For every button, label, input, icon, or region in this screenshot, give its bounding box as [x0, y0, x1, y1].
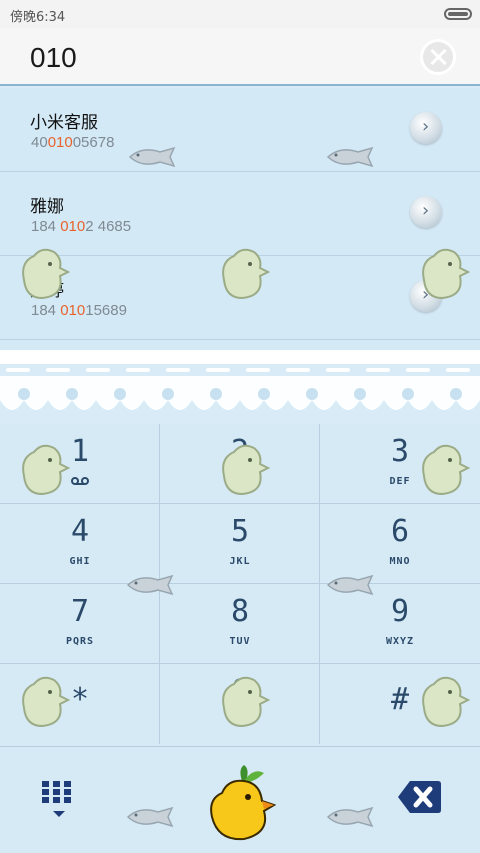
chick-decoration-icon — [422, 444, 470, 496]
key-6[interactable]: 6 MNO — [320, 504, 480, 584]
contact-name: 雅娜 — [30, 197, 64, 217]
key-letters: WXYZ — [385, 636, 415, 647]
contact-number: 4001005678 — [31, 134, 115, 151]
contact-number: 184 01015689 — [31, 302, 127, 319]
contact-number: 184 0102 4685 — [31, 218, 132, 235]
key-digit: 8 — [230, 594, 250, 629]
chevron-right-icon[interactable]: › — [410, 112, 442, 144]
fish-decoration-icon — [326, 574, 374, 596]
clear-icon[interactable] — [420, 39, 456, 75]
key-digit: 5 — [230, 514, 250, 549]
separator-band — [0, 350, 480, 364]
dialed-number-input[interactable]: 010 — [30, 42, 77, 74]
fish-decoration-icon — [326, 146, 374, 168]
lace-border — [0, 364, 480, 424]
fish-decoration-icon — [126, 806, 174, 828]
keypad-icon[interactable] — [42, 781, 76, 819]
battery-icon — [444, 8, 472, 20]
chick-decoration-icon — [22, 248, 70, 300]
key-8[interactable]: 8 TUV — [160, 584, 320, 664]
backspace-icon[interactable] — [396, 777, 442, 817]
fish-decoration-icon — [128, 146, 176, 168]
key-letters: PQRS — [65, 636, 95, 647]
dial-input-row: 010 — [0, 28, 480, 86]
chick-decoration-icon — [222, 248, 270, 300]
chick-decoration-icon — [422, 248, 470, 300]
lace-pattern-icon — [0, 368, 480, 410]
key-digit: 4 — [70, 514, 90, 549]
matched-digits: 010 — [47, 134, 73, 151]
key-letters: MNO — [389, 556, 411, 567]
key-digit: 6 — [390, 514, 410, 549]
key-9[interactable]: 9 WXYZ — [320, 584, 480, 664]
key-digit: 7 — [70, 594, 90, 629]
fish-decoration-icon — [326, 806, 374, 828]
key-letters: GHI — [69, 556, 91, 567]
matched-digits: 010 — [60, 302, 86, 319]
matched-digits: 010 — [60, 218, 86, 235]
chick-decoration-icon — [22, 676, 70, 728]
status-bar: 傍晚6:34 — [0, 0, 480, 28]
status-time: 傍晚6:34 — [10, 10, 66, 25]
chevron-right-icon[interactable]: › — [410, 196, 442, 228]
key-5[interactable]: 5 JKL — [160, 504, 320, 584]
chick-decoration-icon — [422, 676, 470, 728]
key-letters: TUV — [229, 636, 251, 647]
fish-decoration-icon — [126, 574, 174, 596]
contact-results-list: 小米客服 4001005678 › 雅娜 184 0102 4685 › 燕婷 … — [0, 88, 480, 350]
voicemail-icon — [71, 477, 89, 485]
key-letters: JKL — [229, 556, 251, 567]
dialer-action-bar — [0, 746, 480, 853]
key-7[interactable]: 7 PQRS — [0, 584, 160, 664]
chick-decoration-icon — [222, 444, 270, 496]
chick-call-icon[interactable] — [204, 759, 276, 843]
key-digit: 9 — [390, 594, 410, 629]
chick-decoration-icon — [222, 676, 270, 728]
contact-result-row[interactable]: 小米客服 4001005678 › — [0, 88, 480, 172]
contact-name: 小米客服 — [30, 113, 98, 133]
key-4[interactable]: 4 GHI — [0, 504, 160, 584]
chick-decoration-icon — [22, 444, 70, 496]
